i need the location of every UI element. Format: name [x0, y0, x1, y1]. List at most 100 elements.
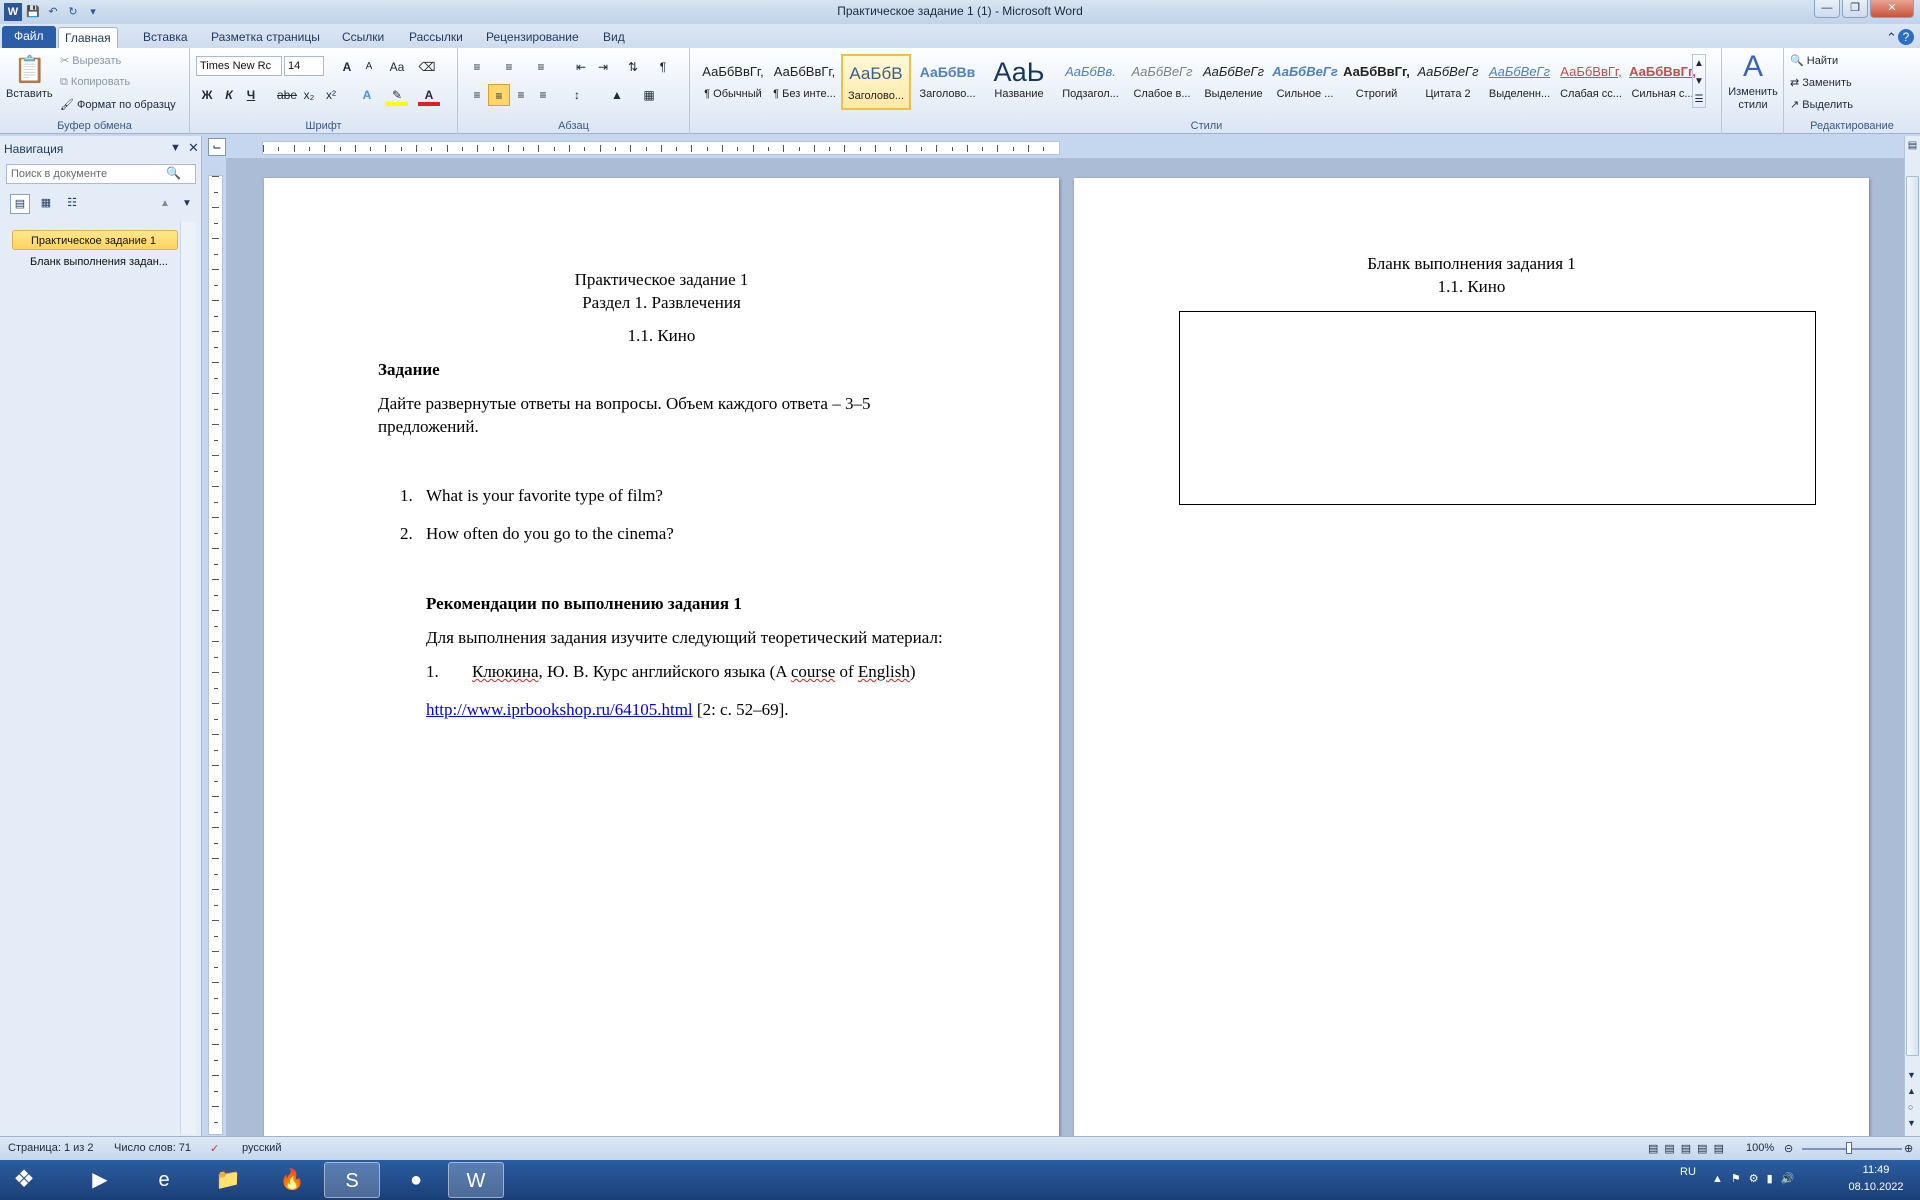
page-count[interactable]: Страница: 1 из 2 [8, 1142, 94, 1154]
style-5[interactable]: АаЬ Название [984, 54, 1054, 110]
word-taskbar-icon[interactable]: W [448, 1162, 504, 1198]
style-3[interactable]: АаБбВ Заголово... [841, 54, 911, 110]
chrome-icon[interactable]: ● [388, 1162, 444, 1198]
zoom-out-icon[interactable]: ⊝ [1784, 1142, 1793, 1155]
browse-object-icon[interactable]: ○ [1908, 1102, 1913, 1112]
close-button[interactable]: ✕ [1870, 0, 1914, 18]
numbering-icon[interactable]: ≡ [498, 56, 520, 78]
media-player-icon[interactable]: ▶ [72, 1162, 128, 1198]
style-12[interactable]: АаБбВеГг Выделенн... [1485, 54, 1555, 110]
increase-indent-icon[interactable]: ⇥ [592, 56, 614, 78]
nav-item-2[interactable]: Бланк выполнения задан... [12, 252, 178, 272]
zoom-level[interactable]: 100% [1746, 1142, 1774, 1154]
grow-font-button[interactable]: A [336, 56, 358, 78]
view-ruler-icon[interactable]: ▤ [1906, 140, 1919, 154]
align-center-icon[interactable]: ≡ [488, 84, 510, 106]
font-color-icon[interactable]: A [418, 84, 440, 106]
nav-item-1[interactable]: Практическое задание 1 [12, 230, 178, 250]
tab-home[interactable]: Главная [58, 27, 118, 48]
decrease-indent-icon[interactable]: ⇤ [570, 56, 592, 78]
clear-format-icon[interactable]: ⌫ [416, 56, 438, 78]
horizontal-ruler[interactable] [262, 141, 1060, 155]
skype-icon[interactable]: S [324, 1162, 380, 1198]
nav-pages-view-icon[interactable]: ▦ [36, 194, 56, 214]
strikethrough-button[interactable]: abe [276, 84, 298, 106]
cut-button[interactable]: ✂ Вырезать [60, 54, 121, 67]
font-size-select[interactable]: 14 [284, 56, 324, 76]
multilevel-list-icon[interactable]: ≡ [530, 56, 552, 78]
scroll-thumb[interactable] [1906, 176, 1919, 1056]
language-indicator[interactable]: русский [242, 1142, 281, 1154]
change-styles-icon[interactable]: A [1736, 50, 1770, 84]
explorer-icon[interactable]: 📁 [200, 1162, 256, 1198]
nav-up-icon[interactable]: ▲ [160, 198, 170, 209]
answer-box[interactable] [1179, 311, 1816, 505]
borders-icon[interactable]: ▦ [638, 84, 660, 106]
minimize-button[interactable]: — [1814, 0, 1840, 18]
page-2[interactable]: Бланк выполнения задания 1 1.1. Кино [1074, 178, 1869, 1158]
style-1[interactable]: АаБбВвГг, ¶ Обычный [698, 54, 768, 110]
align-left-icon[interactable]: ≡ [466, 84, 488, 106]
select-button[interactable]: ↗ Выделить [1790, 98, 1853, 111]
style-13[interactable]: АаБбВвГг, Слабая сс... [1556, 54, 1626, 110]
style-8[interactable]: АаБбВеГг Выделение [1199, 54, 1269, 110]
style-10[interactable]: АаБбВвГг, Строгий [1342, 54, 1412, 110]
show-formatting-icon[interactable]: ¶ [652, 56, 674, 78]
line-spacing-icon[interactable]: ↕ [566, 84, 588, 106]
next-page-icon[interactable]: ▼ [1907, 1118, 1916, 1128]
input-language[interactable]: RU [1680, 1166, 1696, 1178]
zoom-in-icon[interactable]: ⊕ [1904, 1142, 1913, 1155]
clock-date[interactable]: 08.10.2022 [1834, 1181, 1918, 1193]
tab-selector-icon[interactable]: ⌙ [208, 138, 226, 156]
help-icon[interactable]: ? [1898, 29, 1914, 45]
shading-icon[interactable]: ▲ [606, 84, 628, 106]
firefox-icon[interactable]: 🔥 [264, 1162, 320, 1198]
word-count[interactable]: Число слов: 71 [114, 1142, 191, 1154]
internet-explorer-icon[interactable]: e [136, 1162, 192, 1198]
tray-icons[interactable]: ▲⚑⚙▮🔊 [1712, 1172, 1802, 1185]
copy-button[interactable]: ⧉ Копировать [60, 76, 130, 89]
nav-options-icon[interactable]: ▼ [170, 142, 181, 154]
prev-page-icon[interactable]: ▲ [1907, 1086, 1916, 1096]
style-7[interactable]: АаБбВеГг Слабое в... [1127, 54, 1197, 110]
page-1[interactable]: Практическое задание 1 Раздел 1. Развлеч… [264, 178, 1059, 1158]
style-11[interactable]: АаБбВеГг Цитата 2 [1413, 54, 1483, 110]
vertical-scrollbar[interactable]: ▤ ▼ ▲ ○ ▼ [1904, 136, 1920, 1136]
paste-button[interactable]: Вставить [6, 88, 53, 100]
bold-button[interactable]: Ж [196, 84, 218, 106]
style-4[interactable]: АаБбВв Заголово... [913, 54, 983, 110]
styles-scroll-icon[interactable]: ▲ ▼ ☰ [1692, 54, 1706, 108]
nav-headings-view-icon[interactable]: ▤ [10, 194, 30, 214]
tab-insert[interactable]: Вставка [137, 27, 194, 48]
clock-time[interactable]: 11:49 [1848, 1164, 1904, 1176]
start-button[interactable]: ❖ [0, 1162, 48, 1198]
bullets-icon[interactable]: ≡ [466, 56, 488, 78]
nav-results-view-icon[interactable]: ☷ [62, 194, 82, 214]
zoom-slider[interactable] [1802, 1148, 1902, 1150]
italic-button[interactable]: К [218, 84, 240, 106]
align-right-icon[interactable]: ≡ [510, 84, 532, 106]
nav-down-icon[interactable]: ▼ [182, 198, 192, 209]
paste-icon[interactable]: 📋 [12, 52, 48, 86]
tab-references[interactable]: Ссылки [336, 27, 390, 48]
reference-url-link[interactable]: http://www.iprbookshop.ru/64105.html [426, 700, 693, 719]
sort-icon[interactable]: ⇅ [622, 56, 644, 78]
view-buttons[interactable]: ▤▤▤▤▤ [1648, 1142, 1730, 1155]
nav-close-icon[interactable]: ✕ [188, 140, 199, 156]
style-14[interactable]: АаБбВвГг, Сильная с... [1628, 54, 1698, 110]
replace-button[interactable]: ⇄ Заменить [1790, 76, 1852, 89]
nav-scrollbar[interactable] [180, 222, 196, 1134]
text-effects-icon[interactable]: A [356, 84, 378, 106]
underline-button[interactable]: Ч [240, 84, 262, 106]
nav-search-icon[interactable]: 🔍 [166, 166, 181, 180]
find-button[interactable]: 🔍 Найти [1790, 54, 1838, 67]
subscript-button[interactable]: x₂ [298, 84, 320, 106]
shrink-font-button[interactable]: A [358, 56, 380, 78]
vertical-ruler[interactable] [208, 175, 223, 1135]
style-9[interactable]: АаБбВеГг Сильное ... [1270, 54, 1340, 110]
tab-file[interactable]: Файл [2, 26, 56, 48]
tab-page-layout[interactable]: Разметка страницы [205, 27, 326, 48]
tab-mailings[interactable]: Рассылки [403, 27, 469, 48]
tab-view[interactable]: Вид [597, 27, 631, 48]
zoom-thumb[interactable] [1846, 1142, 1852, 1154]
